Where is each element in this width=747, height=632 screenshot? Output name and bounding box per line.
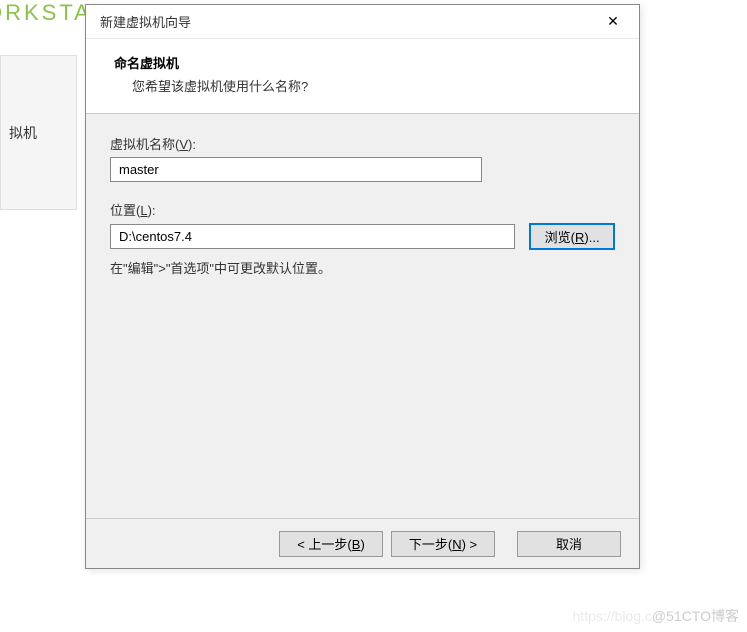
new-vm-wizard-dialog: 新建虚拟机向导 ✕ 命名虚拟机 您希望该虚拟机使用什么名称? 虚拟机名称(V):… — [85, 4, 640, 569]
vm-name-input[interactable] — [110, 157, 482, 182]
vm-location-input[interactable] — [110, 224, 515, 249]
wizard-button-bar: < 上一步(B) 下一步(N) > 取消 — [86, 518, 639, 568]
watermark: https://blog.c@51CTO博客 — [573, 606, 739, 626]
browse-button[interactable]: 浏览(R)... — [529, 223, 615, 250]
wizard-step-title: 命名虚拟机 — [114, 53, 615, 72]
cancel-button[interactable]: 取消 — [517, 531, 621, 557]
watermark-faded: https://blog.c — [573, 608, 652, 624]
vm-name-label: 虚拟机名称(V): — [110, 134, 615, 153]
vm-name-group: 虚拟机名称(V): — [110, 134, 615, 182]
dialog-title: 新建虚拟机向导 — [100, 12, 191, 31]
location-row: 浏览(R)... — [110, 223, 615, 250]
next-button[interactable]: 下一步(N) > — [391, 531, 495, 557]
watermark-text: @51CTO博客 — [652, 608, 739, 624]
vm-location-group: 位置(L): 浏览(R)... 在"编辑">"首选项"中可更改默认位置。 — [110, 200, 615, 277]
location-hint: 在"编辑">"首选项"中可更改默认位置。 — [110, 258, 615, 277]
vm-location-label: 位置(L): — [110, 200, 615, 219]
wizard-step-subtitle: 您希望该虚拟机使用什么名称? — [114, 76, 615, 95]
wizard-content: 虚拟机名称(V): 位置(L): 浏览(R)... 在"编辑">"首选项"中可更… — [86, 114, 639, 518]
wizard-header: 命名虚拟机 您希望该虚拟机使用什么名称? — [86, 39, 639, 114]
background-tab-label: 拟机 — [9, 123, 37, 143]
background-tab: 拟机 — [0, 55, 77, 210]
dialog-titlebar: 新建虚拟机向导 ✕ — [86, 5, 639, 39]
close-icon: ✕ — [607, 13, 619, 30]
back-button[interactable]: < 上一步(B) — [279, 531, 383, 557]
close-button[interactable]: ✕ — [593, 8, 633, 36]
